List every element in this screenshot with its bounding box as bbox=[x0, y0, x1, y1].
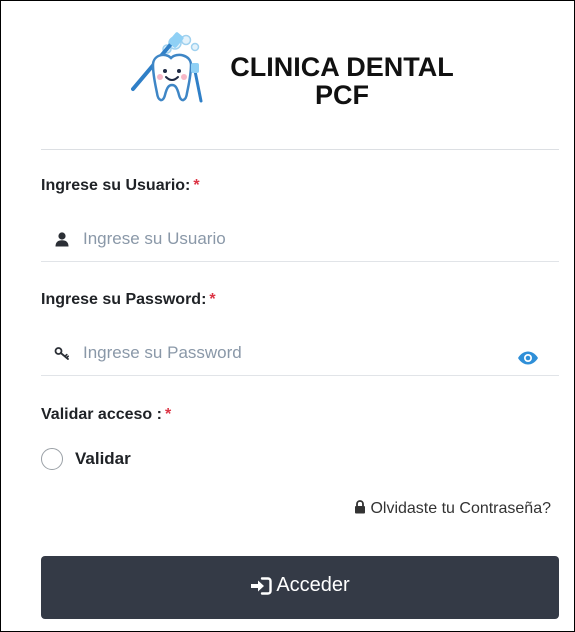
header-divider bbox=[41, 149, 559, 150]
required-mark: * bbox=[164, 406, 172, 423]
usuario-label: Ingrese su Usuario: * bbox=[41, 177, 200, 195]
tooth-mascot-icon bbox=[131, 32, 203, 103]
lock-icon bbox=[355, 500, 366, 514]
brand-title-line1: CLINICA DENTAL bbox=[230, 52, 454, 82]
validar-label-text: Validar acceso : bbox=[41, 406, 162, 423]
brand-title: CLINICA DENTAL PCF bbox=[217, 53, 467, 109]
forgot-password-link[interactable]: Olvidaste tu Contraseña? bbox=[354, 500, 551, 518]
password-label-text: Ingrese su Password: bbox=[41, 291, 207, 308]
password-input[interactable] bbox=[83, 341, 503, 365]
acceder-button-content: Acceder bbox=[250, 574, 350, 597]
user-icon bbox=[55, 232, 69, 247]
acceder-button[interactable]: Acceder bbox=[41, 556, 559, 619]
required-mark: * bbox=[209, 291, 216, 308]
forgot-password-text[interactable]: Olvidaste tu Contraseña? bbox=[370, 500, 551, 517]
usuario-input[interactable] bbox=[83, 227, 503, 251]
brand-title-line2: PCF bbox=[315, 80, 369, 110]
usuario-field bbox=[41, 219, 559, 262]
sign-in-icon bbox=[251, 577, 273, 595]
brand-header: CLINICA DENTAL PCF bbox=[131, 31, 461, 126]
validar-radio-label[interactable]: Validar bbox=[75, 449, 131, 469]
required-mark: * bbox=[193, 177, 200, 194]
validar-label: Validar acceso : * bbox=[41, 406, 171, 424]
login-card: CLINICA DENTAL PCF Ingrese su Usuario: * … bbox=[0, 0, 575, 632]
password-label: Ingrese su Password: * bbox=[41, 291, 216, 309]
acceder-button-label: Acceder bbox=[276, 574, 350, 597]
usuario-label-text: Ingrese su Usuario: bbox=[41, 177, 191, 194]
validar-radio[interactable] bbox=[41, 448, 63, 470]
eye-icon[interactable] bbox=[517, 350, 539, 366]
key-icon bbox=[54, 347, 69, 360]
password-field bbox=[41, 333, 559, 376]
